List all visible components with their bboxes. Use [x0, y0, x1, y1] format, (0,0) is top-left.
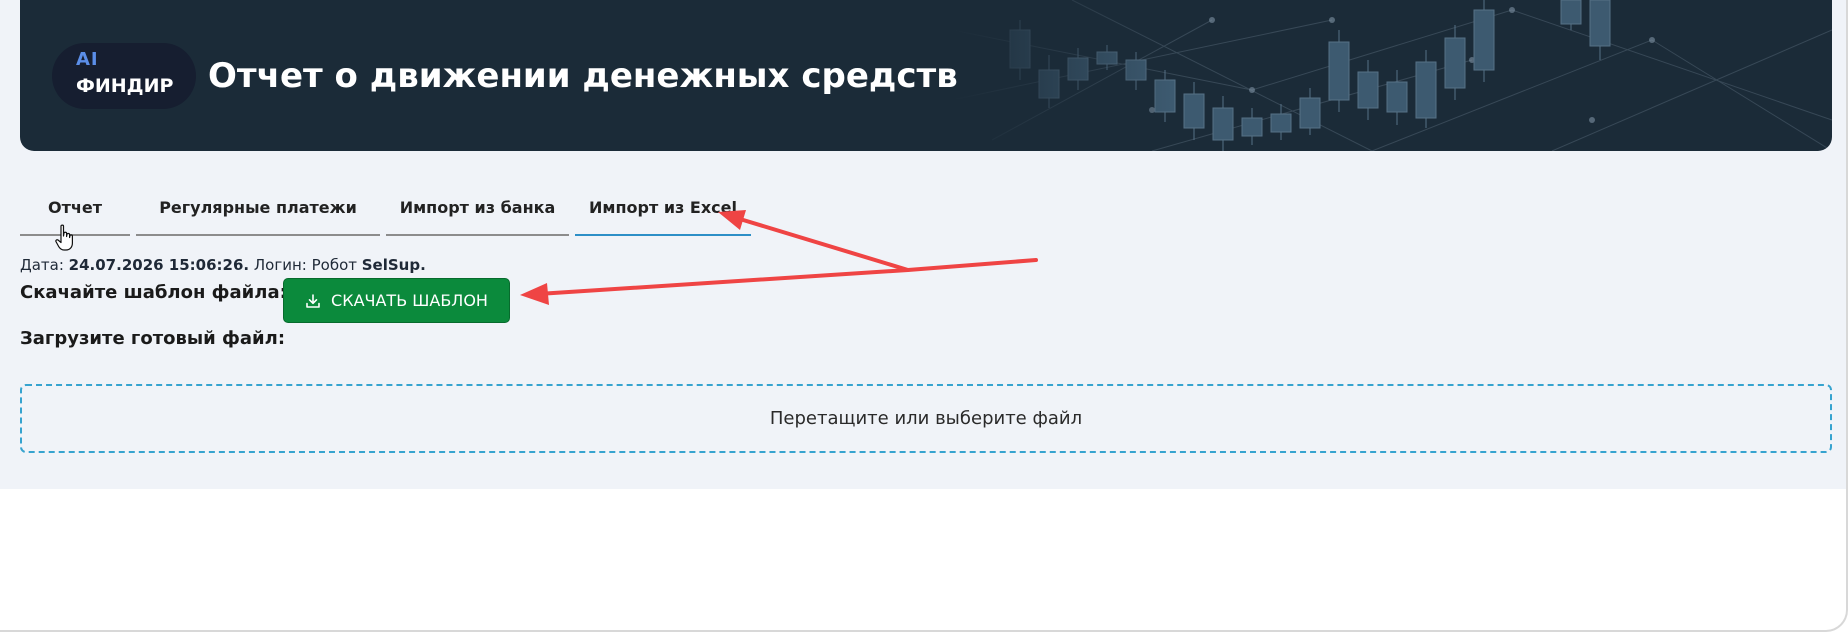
logo-name-text: ФИНДИР — [76, 75, 174, 97]
date-value: 24.07.2026 15:06:26. — [68, 256, 250, 274]
page-title: Отчет о движении денежных средств — [208, 56, 958, 96]
tab-regular-payments[interactable]: Регулярные платежи — [136, 192, 380, 236]
download-template-button[interactable]: СКАЧАТЬ ШАБЛОН — [283, 278, 510, 323]
date-label: Дата: — [20, 256, 69, 274]
download-template-label: Скачайте шаблон файла: — [20, 282, 287, 303]
file-dropzone[interactable]: Перетащите или выберите файл — [20, 384, 1832, 453]
candlestick-background-icon — [952, 0, 1832, 151]
tab-bar: Отчет Регулярные платежи Импорт из банка… — [20, 192, 751, 236]
session-info: Дата: 24.07.2026 15:06:26. Логин: Робот … — [20, 256, 426, 274]
dropzone-text: Перетащите или выберите файл — [769, 408, 1083, 429]
upload-file-label: Загрузите готовый файл: — [20, 328, 286, 349]
download-template-button-label: СКАЧАТЬ ШАБЛОН — [331, 291, 488, 310]
logo-ai-text: AI — [76, 49, 99, 70]
hand-pointer-icon — [55, 224, 73, 251]
app-window: AI ФИНДИР Отчет о движении денежных сред… — [0, 0, 1848, 632]
login-value: SelSup. — [361, 256, 426, 274]
findir-logo: AI ФИНДИР — [52, 43, 196, 109]
download-icon — [306, 293, 320, 308]
content-panel: AI ФИНДИР Отчет о движении денежных сред… — [0, 0, 1846, 489]
login-label: Логин: Робот — [249, 256, 362, 274]
tab-report[interactable]: Отчет — [20, 192, 130, 236]
tab-excel-import[interactable]: Импорт из Excel — [575, 192, 751, 236]
page-header: AI ФИНДИР Отчет о движении денежных сред… — [20, 0, 1832, 151]
tab-bank-import[interactable]: Импорт из банка — [386, 192, 569, 236]
